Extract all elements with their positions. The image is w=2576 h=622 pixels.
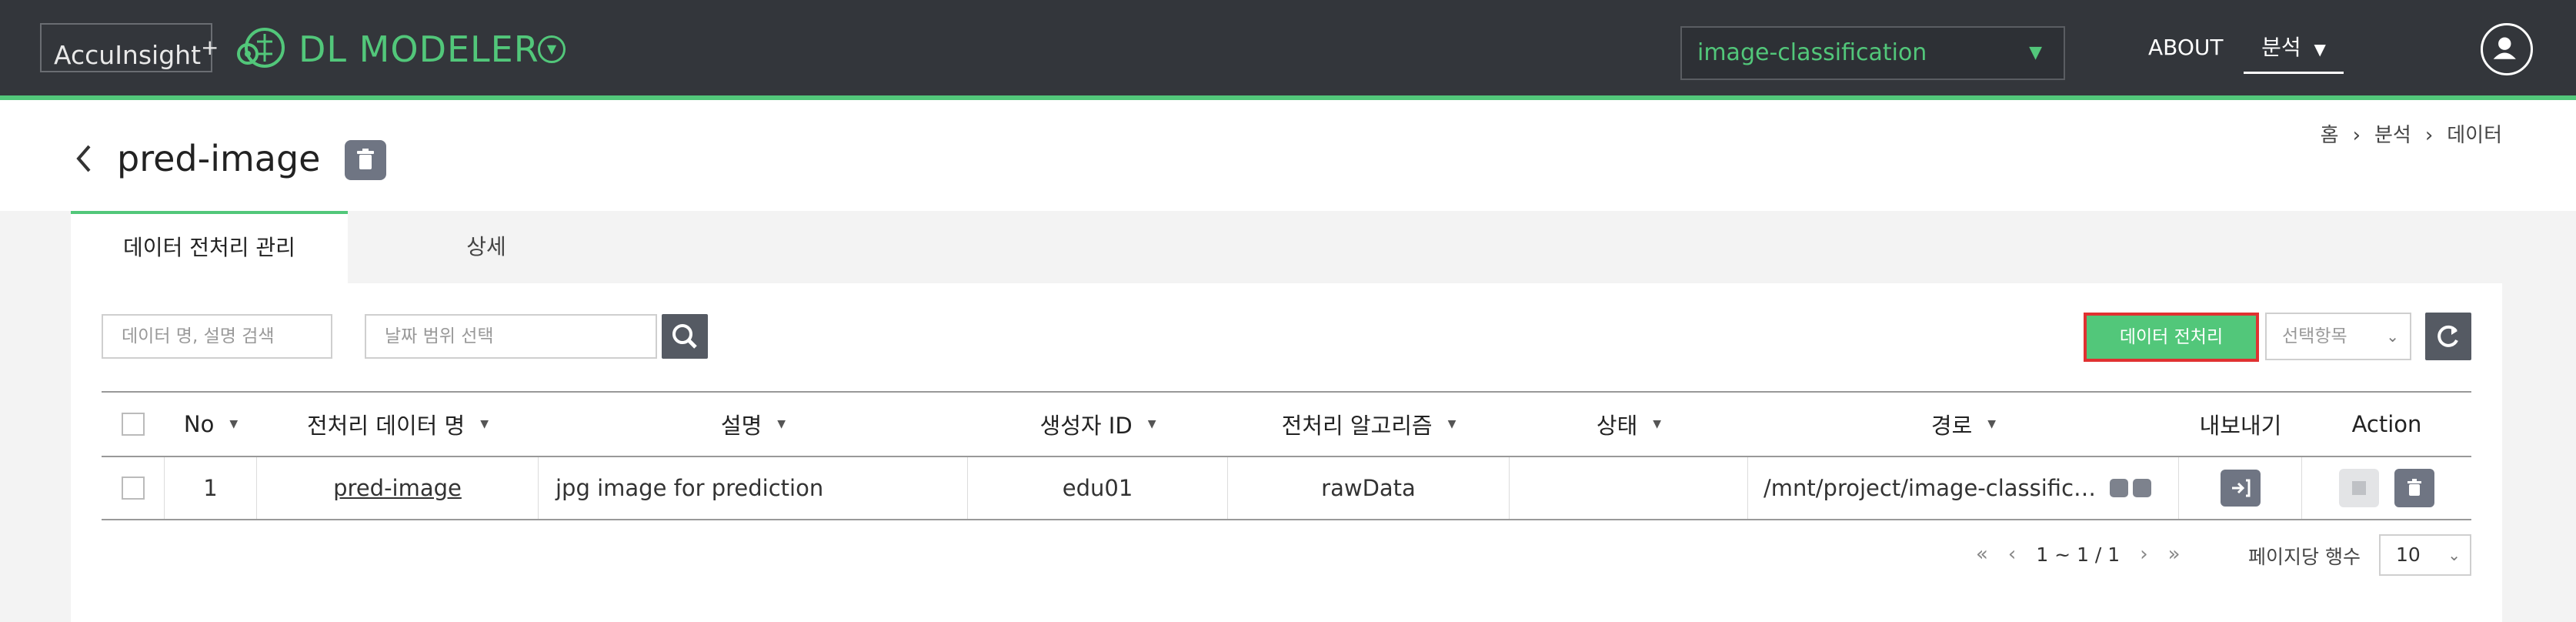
cell-export [2179,457,2302,519]
tab-detail[interactable]: 상세 [348,211,625,283]
column-description[interactable]: 설명 ▼ [539,393,968,456]
column-action: Action [2351,411,2422,437]
app-title: DL MODELER [299,28,539,70]
sort-icon: ▼ [777,418,786,430]
column-label: 생성자 ID [1039,413,1133,439]
first-page-icon[interactable]: « [1976,543,1988,566]
brand-plus: + [201,35,219,60]
sort-icon: ▼ [1653,418,1662,430]
cell-description: jpg image for prediction [539,457,968,519]
breadcrumb-analysis[interactable]: 분석 [2374,122,2411,149]
trash-icon [2407,479,2421,496]
next-page-icon[interactable]: › [2140,543,2147,566]
path-text: /mnt/project/image-classification [1763,475,2105,501]
data-preprocess-button[interactable]: 데이터 전처리 [2084,313,2259,362]
rows-per-page-label: 페이지당 행수 [2248,546,2361,568]
page-background [2502,283,2576,622]
header-checkbox-cell [102,393,165,456]
stop-button[interactable] [2339,469,2379,507]
breadcrumb-home[interactable]: 홈 [2321,122,2339,149]
nav-analysis-label: 분석 [2261,35,2301,60]
pagination: « ‹ 1 ~ 1 / 1 › » [1976,539,2181,570]
sort-icon: ▼ [229,418,239,430]
table-header: No ▼ 전처리 데이터 명 ▼ 설명 ▼ 생성자 ID ▼ 전처리 알고리즘 ▼ 상태 ▼… [102,393,2471,457]
date-range-input[interactable]: 날짜 범위 선택 [365,314,657,359]
select-items-dropdown[interactable]: 선택항목 ⌄ [2265,313,2411,360]
sort-icon: ▼ [480,418,489,430]
export-button[interactable] [2220,470,2261,507]
select-all-checkbox[interactable] [122,413,145,436]
rows-per-page-select[interactable]: 10 ⌄ [2379,534,2471,576]
column-path[interactable]: 경로 ▼ [1748,393,2179,456]
brand-name: AccuInsight [54,40,202,70]
sort-icon: ▼ [1147,418,1156,430]
chevron-down-icon: ⌄ [2386,327,2399,346]
tab-preprocess-management[interactable]: 데이터 전처리 관리 [71,211,348,283]
stop-icon [2352,481,2366,495]
top-navigation-bar: AccuInsight+ DL MODELER ▼ image-classifi… [0,0,2576,100]
search-icon [672,324,697,349]
column-label: No [183,411,215,437]
dataset-name-link[interactable]: pred-image [333,475,462,501]
brand-logo[interactable]: AccuInsight+ [40,23,219,72]
delete-dataset-button[interactable] [345,140,386,180]
column-label: 전처리 알고리즘 [1281,413,1433,439]
more-icon[interactable] [2110,479,2128,497]
sort-icon: ▼ [1447,418,1457,430]
refresh-icon [2438,325,2458,347]
column-creator[interactable]: 생성자 ID ▼ [968,393,1228,456]
export-icon [2231,479,2250,497]
column-label: 상태 [1596,413,1638,439]
nav-analysis-menu[interactable]: 분석 ▼ [2244,31,2344,74]
row-checkbox-cell [102,457,165,519]
copy-icon[interactable] [2133,479,2151,497]
trash-icon [357,149,374,169]
refresh-button[interactable] [2425,313,2471,360]
column-label: 전처리 데이터 명 [307,413,465,439]
column-no[interactable]: No ▼ [165,393,257,456]
project-select[interactable]: image-classification ▼ [1680,26,2065,80]
last-page-icon[interactable]: » [2168,543,2181,566]
breadcrumb: 홈 › 분석 › 데이터 [2321,122,2502,149]
back-arrow-icon[interactable] [72,143,95,174]
dl-modeler-logo-icon [237,28,285,68]
user-profile-icon[interactable] [2481,23,2533,75]
rows-per-page-value: 10 [2396,543,2421,566]
row-checkbox[interactable] [121,477,145,500]
sort-icon: ▼ [1987,418,1997,430]
cell-algorithm: rawData [1228,457,1510,519]
page-title: pred-image [117,138,321,179]
delete-row-button[interactable] [2394,469,2434,507]
column-export: 내보내기 [2199,413,2282,439]
caret-down-icon: ▼ [2314,40,2326,59]
project-select-value: image-classification [1697,39,1927,66]
page-background [0,283,71,622]
caret-down-icon: ▼ [2029,43,2042,62]
chevron-right-icon: › [2352,124,2361,147]
chevron-down-icon: ⌄ [2448,546,2461,564]
column-label: 경로 [1930,413,1973,439]
column-status[interactable]: 상태 ▼ [1510,393,1748,456]
prev-page-icon[interactable]: ‹ [2008,543,2016,566]
preprocess-table: No ▼ 전처리 데이터 명 ▼ 설명 ▼ 생성자 ID ▼ 전처리 알고리즘 ▼ 상태 ▼… [102,391,2471,520]
breadcrumb-data: 데이터 [2447,124,2502,147]
column-label: 설명 [720,413,762,439]
search-input[interactable]: 데이터 명, 설명 검색 [102,314,332,359]
chevron-right-icon: › [2424,124,2434,147]
column-algorithm[interactable]: 전처리 알고리즘 ▼ [1228,393,1510,456]
cell-action [2302,457,2471,519]
cell-creator: edu01 [968,457,1228,519]
page-range: 1 ~ 1 / 1 [2036,543,2121,566]
select-items-label: 선택항목 [2282,326,2347,346]
cell-no: 1 [165,457,257,519]
cell-path: /mnt/project/image-classification [1748,457,2179,519]
column-name[interactable]: 전처리 데이터 명 ▼ [257,393,539,456]
search-button[interactable] [662,314,708,359]
nav-about-link[interactable]: ABOUT [2148,31,2224,65]
cell-name: pred-image [257,457,539,519]
app-menu-chevron-icon[interactable]: ▼ [538,35,566,63]
cell-status [1510,457,1748,519]
table-row: 1 pred-image jpg image for prediction ed… [102,457,2471,520]
